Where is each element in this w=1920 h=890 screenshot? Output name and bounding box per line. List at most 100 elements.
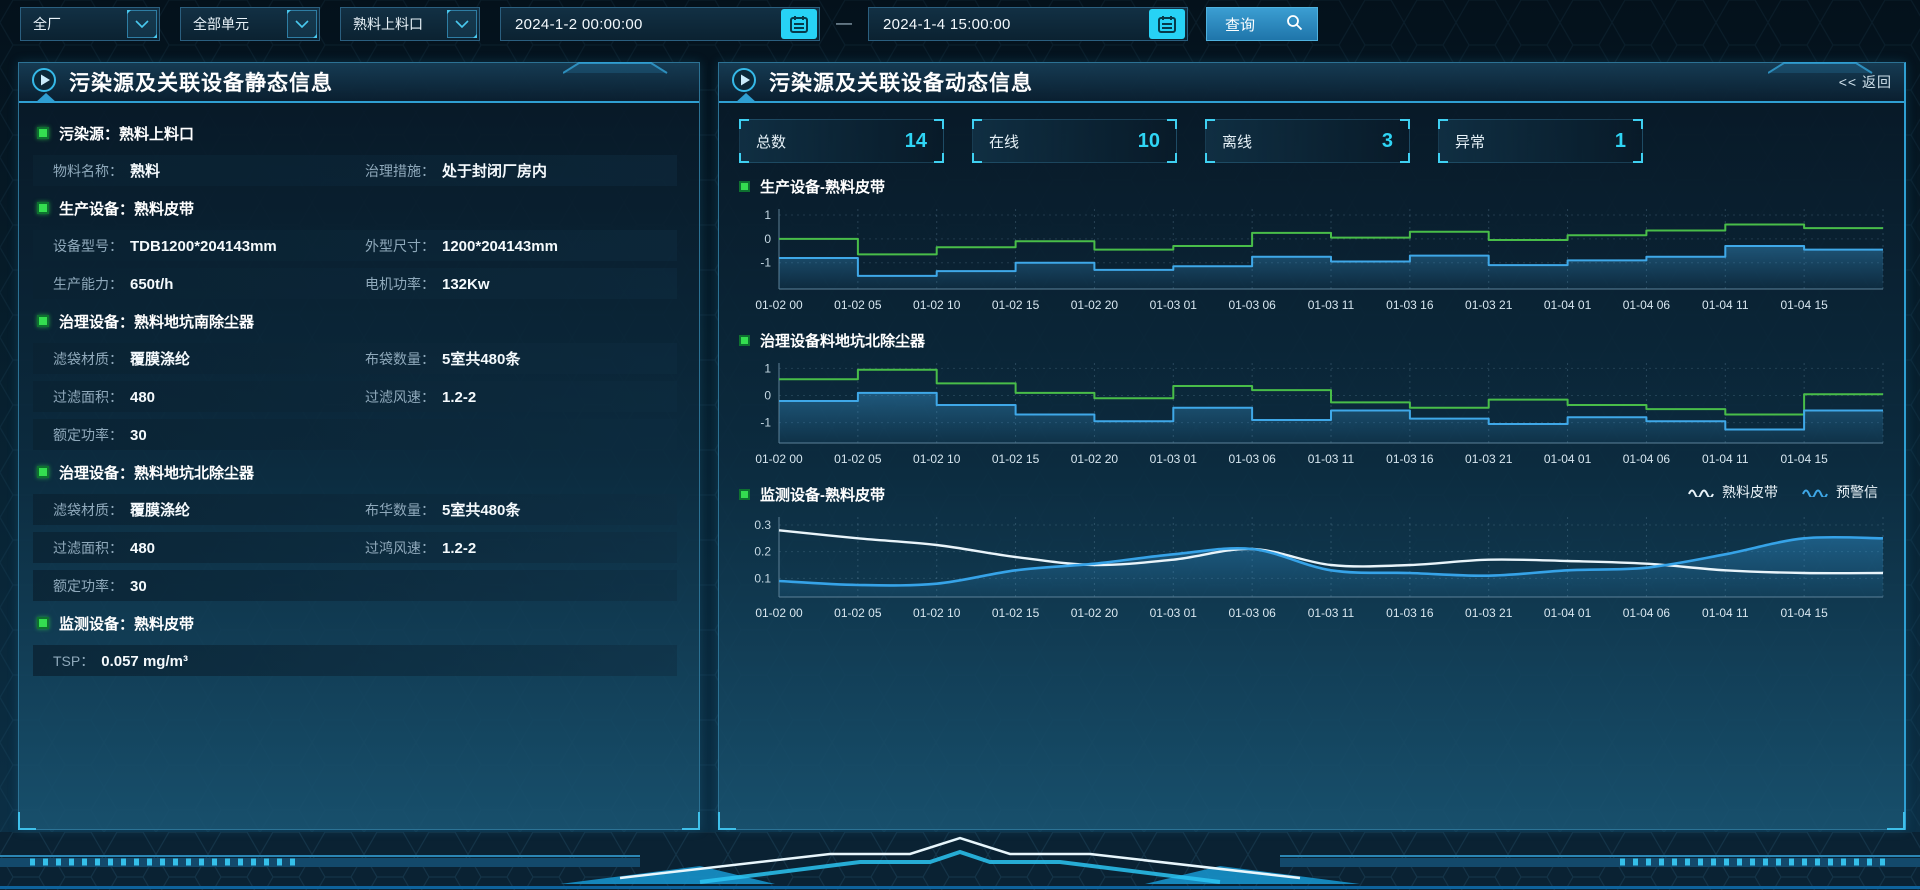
corner-bracket (934, 119, 944, 129)
info-value: 处于封闭厂房内 (442, 160, 547, 181)
info-cell: 设备型号： TDB1200*204143mm (53, 236, 365, 256)
info-cell: 外型尺寸：1200*204143mm (365, 236, 677, 256)
info-pair-row: 额定功率：30 (33, 570, 677, 601)
legend-wave-icon (1688, 487, 1714, 497)
section-label: 生产设备：熟料皮带 (59, 198, 194, 219)
svg-text:01-03 16: 01-03 16 (1386, 452, 1434, 466)
info-cell: 布华数量：5室共480条 (365, 499, 677, 520)
info-value: TDB1200*204143mm (130, 238, 277, 255)
svg-text:01-04 15: 01-04 15 (1780, 606, 1828, 620)
info-cell: 滤袋材质：覆膜涤纶 (53, 499, 365, 520)
stat-card-总数: 总数14 (739, 119, 944, 163)
info-pair-row: TSP：0.057 mg/m³ (33, 645, 677, 676)
info-pair-row: 生产能力：650t/h电机功率：132Kw (33, 268, 677, 299)
info-label: 电机功率： (365, 274, 435, 294)
info-value: 5室共480条 (442, 348, 520, 369)
stat-card-在线: 在线10 (972, 119, 1177, 163)
svg-text:01-02 15: 01-02 15 (992, 452, 1040, 466)
svg-text:01-03 16: 01-03 16 (1386, 606, 1434, 620)
chevron-down-icon (127, 10, 157, 38)
info-section-row: 污染源：熟料上料口 (37, 118, 677, 148)
info-label: 过滤面积： (53, 538, 123, 558)
chevron-down-icon (447, 10, 477, 38)
charts-host: 生产设备-熟料皮带10-101-02 0001-02 0501-02 1001-… (737, 173, 1886, 625)
corner-bracket (1633, 153, 1643, 163)
section-bullet-icon (37, 315, 49, 327)
start-date-input[interactable]: 2024-1-2 00:00:00 (500, 7, 820, 41)
back-button[interactable]: << 返回 (1839, 72, 1892, 92)
calendar-icon[interactable] (781, 9, 817, 39)
end-date-input[interactable]: 2024-1-4 15:00:00 (868, 7, 1188, 41)
info-label: 滤袋材质： (53, 349, 123, 369)
plant-select[interactable]: 全厂 (20, 7, 160, 41)
corner-bracket (739, 153, 749, 163)
unit-select[interactable]: 全部单元 (180, 7, 320, 41)
svg-text:01-02 15: 01-02 15 (992, 606, 1040, 620)
svg-text:01-03 06: 01-03 06 (1228, 298, 1276, 312)
dynamic-info-header: 污染源及关联设备动态信息 << 返回 (719, 63, 1904, 103)
chart-bullet-icon (739, 489, 750, 500)
corner-bracket (1167, 119, 1177, 129)
chart-block-1: 治理设备料地坑北除尘器10-101-02 0001-02 0501-02 100… (737, 327, 1886, 471)
info-cell: 过滤风速：1.2-2 (365, 387, 677, 407)
info-value: 480 (130, 540, 155, 557)
info-section-row: 监测设备：熟料皮带 (37, 608, 677, 638)
svg-text:01-02 00: 01-02 00 (755, 298, 803, 312)
static-info-panel: 污染源及关联设备静态信息 污染源：熟料上料口物料名称：熟料治理措施：处于封闭厂房… (18, 62, 700, 830)
dynamic-info-title: 污染源及关联设备动态信息 (769, 67, 1033, 97)
source-select[interactable]: 熟料上料口 (340, 7, 480, 41)
info-value: 650t/h (130, 276, 173, 293)
svg-text:01-04 06: 01-04 06 (1623, 298, 1671, 312)
stat-label: 离线 (1222, 131, 1252, 152)
svg-text:01-02 10: 01-02 10 (913, 606, 961, 620)
chart-block-0: 生产设备-熟料皮带10-101-02 0001-02 0501-02 1001-… (737, 173, 1886, 317)
corner-bracket (1400, 153, 1410, 163)
svg-text:01-02 20: 01-02 20 (1071, 606, 1119, 620)
svg-text:01-04 01: 01-04 01 (1544, 452, 1592, 466)
stat-card-异常: 异常1 (1438, 119, 1643, 163)
svg-text:01-03 06: 01-03 06 (1228, 452, 1276, 466)
svg-text:01-03 01: 01-03 01 (1150, 298, 1198, 312)
stat-value: 14 (905, 130, 927, 153)
stat-value: 3 (1382, 130, 1393, 153)
svg-text:01-03 01: 01-03 01 (1150, 452, 1198, 466)
svg-text:01-02 20: 01-02 20 (1071, 298, 1119, 312)
info-label: 过滤风速： (365, 387, 435, 407)
corner-bracket (739, 119, 749, 129)
search-button[interactable]: 查询 (1206, 7, 1318, 41)
legend-item: 预警信 (1802, 482, 1878, 502)
info-label: TSP： (53, 651, 94, 671)
chart-bullet-icon (739, 335, 750, 346)
chart-canvas-1: 10-101-02 0001-02 0501-02 1001-02 1501-0… (739, 355, 1889, 471)
info-label: 外型尺寸： (365, 236, 435, 256)
calendar-icon[interactable] (1149, 9, 1185, 39)
corner-bracket (972, 119, 982, 129)
chart-canvas-0: 10-101-02 0001-02 0501-02 1001-02 1501-0… (739, 201, 1889, 317)
info-cell: 过鸿风速：1.2-2 (365, 538, 677, 558)
svg-text:-1: -1 (760, 416, 771, 430)
chart-title: 治理设备料地坑北除尘器 (760, 330, 925, 351)
stat-label: 在线 (989, 131, 1019, 152)
chart-title: 监测设备-熟料皮带 (760, 484, 885, 505)
svg-text:0: 0 (764, 389, 771, 403)
svg-text:01-03 16: 01-03 16 (1386, 298, 1434, 312)
static-info-title: 污染源及关联设备静态信息 (69, 67, 333, 97)
chart-title-row: 监测设备-熟料皮带熟料皮带预警信 (739, 481, 1886, 507)
svg-text:01-02 10: 01-02 10 (913, 298, 961, 312)
unit-select-value: 全部单元 (181, 14, 249, 34)
legend-label: 预警信 (1836, 482, 1878, 502)
dynamic-info-content: 总数14 在线10 离线 3 异常1 生产设备-熟料皮带10-101-02 0001-0… (719, 103, 1904, 625)
info-label: 设备型号： (53, 236, 123, 256)
info-cell: 额定功率：30 (53, 425, 365, 445)
info-section-row: 治理设备：熟料地坑北除尘器 (37, 457, 677, 487)
toolbar: 全厂 全部单元 熟料上料口 2024-1-2 00:00:00 — 2024 (0, 0, 1920, 48)
legend-wave-icon (1802, 487, 1828, 497)
svg-text:01-04 11: 01-04 11 (1702, 298, 1749, 312)
chart-title-row: 生产设备-熟料皮带 (739, 173, 1886, 199)
end-date-value: 2024-1-4 15:00:00 (869, 16, 1011, 33)
info-label: 过鸿风速： (365, 538, 435, 558)
footer-decoration (0, 832, 1920, 890)
info-value: 30 (130, 578, 147, 595)
info-label: 布华数量： (365, 500, 435, 520)
section-bullet-icon (37, 202, 49, 214)
